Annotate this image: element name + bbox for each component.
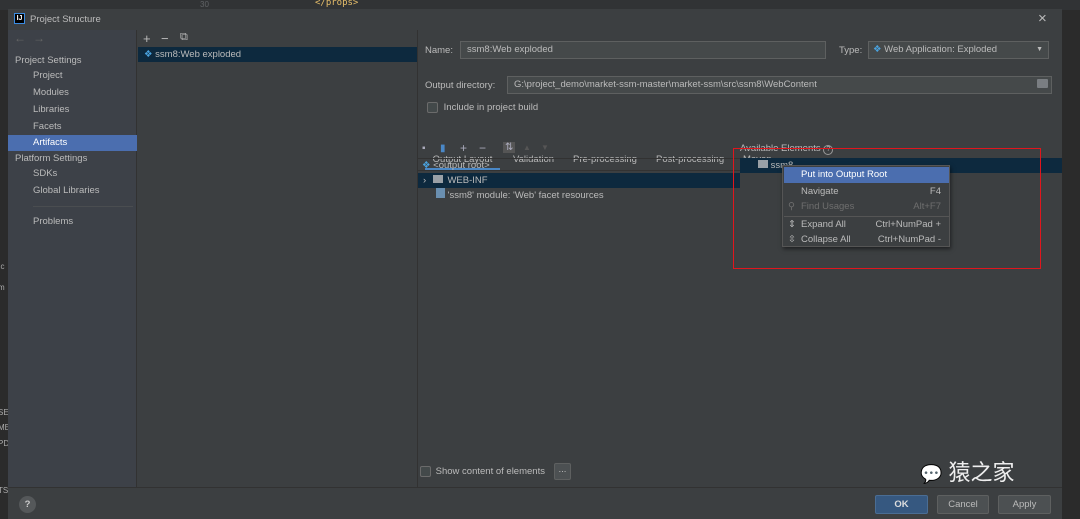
close-button[interactable]: × (1038, 10, 1047, 27)
fragment: TS (0, 486, 8, 495)
red-highlight-box (733, 148, 1041, 269)
sidebar-item-artifacts[interactable]: Artifacts (8, 135, 137, 151)
apply-button[interactable]: Apply (998, 495, 1051, 514)
section-project-settings: Project Settings (15, 55, 82, 66)
artifact-label: ssm8:Web exploded (155, 49, 242, 60)
artifact-list-panel: + − ⧉ ❖ ssm8:Web exploded (137, 30, 418, 488)
tree-web-inf[interactable]: › WEB-INF (418, 173, 740, 188)
line-number: 30 (200, 0, 209, 9)
include-in-build-checkbox[interactable]: Include in project build (427, 102, 538, 113)
fragment: SE (0, 408, 8, 417)
move-down-icon[interactable]: ▼ (541, 143, 549, 152)
divider (33, 206, 133, 207)
back-arrow-icon[interactable]: ← (14, 31, 26, 45)
tree-label: <output root> (433, 160, 490, 171)
forward-arrow-icon[interactable]: → (33, 31, 45, 45)
add-artifact-button[interactable]: + (143, 31, 151, 46)
tree-facet-resources[interactable]: 'ssm8' module: 'Web' facet resources (436, 188, 604, 203)
show-content-options-button[interactable]: ... (554, 463, 571, 480)
show-content-label: Show content of elements (435, 466, 545, 478)
type-dropdown[interactable]: ❖ Web Application: Exploded ▼ (868, 41, 1049, 59)
section-platform-settings: Platform Settings (15, 153, 88, 164)
output-root-icon: ❖ (422, 160, 431, 171)
watermark: 💬 猿之家 (920, 455, 1015, 487)
tab-validation[interactable]: Validation (513, 153, 554, 171)
chevron-down-icon: ▼ (1036, 46, 1043, 53)
code-fragment: </props> (315, 0, 359, 8)
intellij-logo-icon: IJ (14, 13, 25, 24)
sidebar-item-sdks[interactable]: SDKs (8, 166, 137, 182)
ok-button[interactable]: OK (875, 495, 928, 514)
output-directory-label: Output directory: (425, 80, 496, 91)
ide-background-left: nc m SE ME PD TS (0, 10, 8, 519)
web-artifact-icon: ❖ (144, 49, 153, 60)
sidebar: ← → Project Settings Project Modules Lib… (8, 30, 137, 488)
checkbox[interactable] (420, 466, 431, 477)
web-facet-icon (436, 188, 445, 198)
archive-icon[interactable]: ▮ (440, 143, 446, 154)
cancel-button[interactable]: Cancel (937, 495, 989, 514)
watermark-text: 猿之家 (948, 461, 1015, 486)
tab-pre-processing[interactable]: Pre-processing (573, 153, 637, 171)
type-label: Type: (839, 45, 863, 56)
type-value: Web Application: Exploded (884, 44, 998, 55)
fragment: PD (0, 439, 8, 448)
dialog-title: Project Structure (30, 14, 101, 25)
fragment: nc (0, 262, 5, 271)
sidebar-item-problems[interactable]: Problems (8, 214, 137, 230)
wechat-logo-icon: 💬 (920, 464, 943, 484)
sidebar-item-facets[interactable]: Facets (8, 119, 137, 135)
add-copy-icon[interactable]: + (460, 141, 467, 155)
title-bar: IJ Project Structure × (8, 9, 1062, 30)
include-label: Include in project build (443, 102, 539, 114)
name-input[interactable]: ssm8:Web exploded (460, 41, 826, 59)
folder-browse-icon[interactable] (1037, 79, 1048, 88)
remove-artifact-button[interactable]: − (161, 31, 169, 46)
sidebar-item-modules[interactable]: Modules (8, 85, 137, 101)
sidebar-item-libraries[interactable]: Libraries (8, 102, 137, 118)
help-button[interactable]: ? (19, 496, 36, 513)
chevron-right-icon: › (423, 175, 427, 186)
fragment: ME (0, 423, 8, 432)
tree-label: WEB-INF (447, 175, 488, 186)
fragment: m (0, 283, 5, 292)
name-label: Name: (425, 45, 453, 56)
web-app-icon: ❖ (873, 44, 882, 55)
remove-icon[interactable]: − (479, 141, 486, 155)
tab-post-processing[interactable]: Post-processing (656, 153, 724, 171)
new-directory-icon[interactable]: ▪ (422, 143, 426, 154)
copy-artifact-button[interactable]: ⧉ (180, 31, 188, 44)
ide-background-right (1062, 10, 1080, 519)
output-directory-input[interactable]: G:\project_demo\market-ssm-master\market… (507, 76, 1052, 94)
show-content-checkbox[interactable]: Show content of elements (420, 466, 545, 477)
tree-label: 'ssm8' module: 'Web' facet resources (447, 190, 604, 201)
folder-icon (432, 175, 443, 183)
move-up-icon[interactable]: ▲ (523, 143, 531, 152)
artifact-item[interactable]: ❖ ssm8:Web exploded (138, 47, 417, 62)
tree-output-root[interactable]: ❖ <output root> (422, 158, 490, 173)
sort-icon[interactable]: ⇅ (503, 142, 516, 153)
sidebar-item-global-libraries[interactable]: Global Libraries (8, 183, 137, 199)
checkbox[interactable] (427, 102, 438, 113)
sidebar-item-project[interactable]: Project (8, 68, 137, 84)
